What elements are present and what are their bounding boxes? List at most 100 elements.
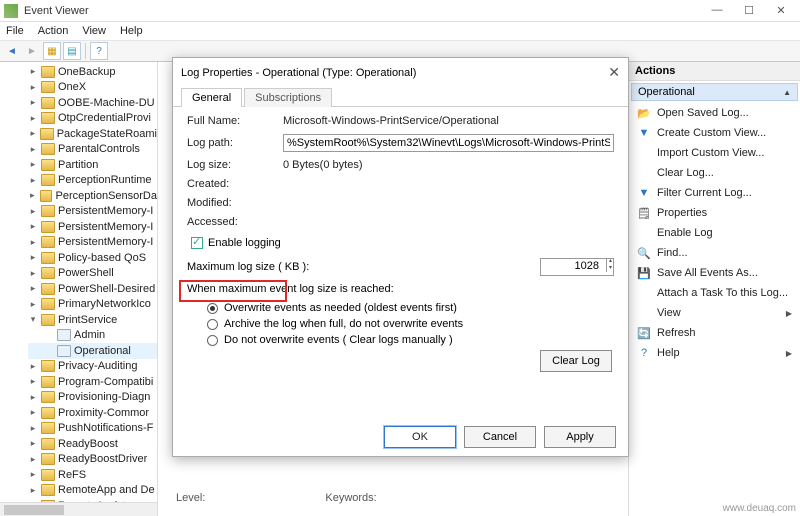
full-name-value: Microsoft-Windows-PrintService/Operation…: [283, 115, 614, 127]
back-button[interactable]: ◄: [3, 42, 21, 60]
radio-icon: [207, 303, 218, 314]
action-item[interactable]: 📂Open Saved Log...: [629, 103, 800, 123]
enable-logging-checkbox[interactable]: Enable logging: [187, 235, 285, 251]
tab-general[interactable]: General: [181, 88, 242, 107]
tree-item[interactable]: ▸Privacy-Auditing: [28, 359, 157, 375]
menu-view[interactable]: View: [82, 25, 106, 37]
tree-item[interactable]: ▸PushNotifications-F: [28, 421, 157, 437]
menu-help[interactable]: Help: [120, 25, 143, 37]
tree-item[interactable]: ▸RemoteApp and De: [28, 483, 157, 499]
radio-icon: [207, 335, 218, 346]
dialog-tabs: General Subscriptions: [173, 87, 628, 107]
tree-item[interactable]: ▸ReadyBoostDriver: [28, 452, 157, 468]
tree-item[interactable]: ▾PrintService: [28, 312, 157, 328]
toolbar-sep: [85, 43, 86, 59]
tree-item[interactable]: ▸PowerShell-Desired: [28, 281, 157, 297]
forward-button[interactable]: ►: [23, 42, 41, 60]
tree-item[interactable]: ▸PackageStateRoami: [28, 126, 157, 142]
log-size-label: Log size:: [187, 159, 283, 171]
action-item[interactable]: 💾Save All Events As...: [629, 263, 800, 283]
tree-item[interactable]: ▸Provisioning-Diagn: [28, 390, 157, 406]
dialog-titlebar: Log Properties - Operational (Type: Oper…: [173, 58, 628, 87]
action-item[interactable]: 🔍Find...: [629, 243, 800, 263]
menu-action[interactable]: Action: [38, 25, 69, 37]
checkbox-icon: [191, 237, 203, 249]
tree-item[interactable]: ▸PrimaryNetworkIco: [28, 297, 157, 313]
tree-item[interactable]: ▸OneX: [28, 80, 157, 96]
tree-panel: ▸OneBackup▸OneX▸OOBE-Machine-DU▸OtpCrede…: [0, 62, 158, 516]
enable-logging-label: Enable logging: [208, 237, 281, 249]
tree-item[interactable]: ▸ReadyBoost: [28, 436, 157, 452]
action-item[interactable]: ▼Filter Current Log...: [629, 183, 800, 203]
modified-label: Modified:: [187, 197, 283, 209]
tree-item[interactable]: ▸Program-Compatibi: [28, 374, 157, 390]
cancel-button[interactable]: Cancel: [464, 426, 536, 448]
titlebar: Event Viewer — ☐ ✕: [0, 0, 800, 22]
app-icon: [4, 4, 18, 18]
tree-item[interactable]: ▸OOBE-Machine-DU: [28, 95, 157, 111]
tree-item[interactable]: ▸Proximity-Commor: [28, 405, 157, 421]
highlight-box: [179, 280, 287, 302]
tree-item[interactable]: ▸OneBackup: [28, 64, 157, 80]
radio-archive[interactable]: Archive the log when full, do not overwr…: [207, 318, 614, 330]
dialog-form: Full Name:Microsoft-Windows-PrintService…: [173, 107, 628, 418]
actions-panel: Actions Operational ▲ 📂Open Saved Log...…: [628, 62, 800, 516]
tree-hscrollbar[interactable]: [0, 502, 157, 516]
clear-log-button[interactable]: Clear Log: [540, 350, 612, 372]
keywords-label: Keywords:: [325, 492, 376, 504]
max-size-label: Maximum log size ( KB ):: [187, 261, 347, 273]
minimize-button[interactable]: —: [708, 4, 726, 17]
tree-item[interactable]: ▸PersistentMemory-I: [28, 219, 157, 235]
action-item[interactable]: ▼Create Custom View...: [629, 123, 800, 143]
tree-item-child[interactable]: Operational: [28, 343, 157, 359]
log-properties-dialog: Log Properties - Operational (Type: Oper…: [172, 57, 629, 457]
max-size-input[interactable]: 1028: [540, 258, 614, 276]
tree-item[interactable]: ▸PerceptionSensorDa: [28, 188, 157, 204]
action-item[interactable]: Import Custom View...: [629, 143, 800, 163]
dialog-title: Log Properties - Operational (Type: Oper…: [181, 67, 416, 79]
tree-item[interactable]: ▸Policy-based QoS: [28, 250, 157, 266]
dialog-buttons: OK Cancel Apply: [173, 418, 628, 456]
log-path-input[interactable]: [283, 134, 614, 152]
action-item[interactable]: Clear Log...: [629, 163, 800, 183]
radio-noclear[interactable]: Do not overwrite events ( Clear logs man…: [207, 334, 614, 346]
action-item[interactable]: Enable Log: [629, 223, 800, 243]
actions-header: Actions: [629, 62, 800, 81]
accessed-label: Accessed:: [187, 216, 283, 228]
tree-item[interactable]: ▸OtpCredentialProvi: [28, 111, 157, 127]
toolbar-btn-2[interactable]: ▤: [63, 42, 81, 60]
window-controls: — ☐ ✕: [708, 4, 796, 17]
tree-item[interactable]: ▸ParentalControls: [28, 142, 157, 158]
action-item[interactable]: Attach a Task To this Log...: [629, 283, 800, 303]
tree-item[interactable]: ▸PersistentMemory-I: [28, 204, 157, 220]
tree-item-child[interactable]: Admin: [28, 328, 157, 344]
close-button[interactable]: ✕: [772, 4, 790, 17]
apply-button[interactable]: Apply: [544, 426, 616, 448]
ok-button[interactable]: OK: [384, 426, 456, 448]
help-button[interactable]: ?: [90, 42, 108, 60]
maximize-button[interactable]: ☐: [740, 4, 758, 17]
menu-file[interactable]: File: [6, 25, 24, 37]
tree-item[interactable]: ▸PerceptionRuntime: [28, 173, 157, 189]
tree-item[interactable]: ▸ReFS: [28, 467, 157, 483]
actions-group[interactable]: Operational ▲: [631, 83, 798, 101]
actions-group-label: Operational: [638, 86, 695, 98]
radio-overwrite[interactable]: Overwrite events as needed (oldest event…: [207, 302, 614, 314]
tree-item[interactable]: ▸PersistentMemory-I: [28, 235, 157, 251]
action-item[interactable]: 🗒Properties: [629, 203, 800, 223]
toolbar-btn-1[interactable]: ▦: [43, 42, 61, 60]
created-label: Created:: [187, 178, 283, 190]
tree-item[interactable]: ▸PowerShell: [28, 266, 157, 282]
dialog-close-button[interactable]: ✕: [608, 64, 620, 81]
radio-icon: [207, 319, 218, 330]
full-name-label: Full Name:: [187, 115, 283, 127]
window-title: Event Viewer: [24, 5, 708, 17]
log-size-value: 0 Bytes(0 bytes): [283, 159, 614, 171]
tab-subscriptions[interactable]: Subscriptions: [244, 88, 332, 107]
action-item[interactable]: ?Help▶: [629, 343, 800, 363]
action-item[interactable]: View▶: [629, 303, 800, 323]
action-item[interactable]: 🔄Refresh: [629, 323, 800, 343]
log-path-label: Log path:: [187, 137, 283, 149]
level-label: Level:: [176, 492, 205, 504]
tree-item[interactable]: ▸Partition: [28, 157, 157, 173]
